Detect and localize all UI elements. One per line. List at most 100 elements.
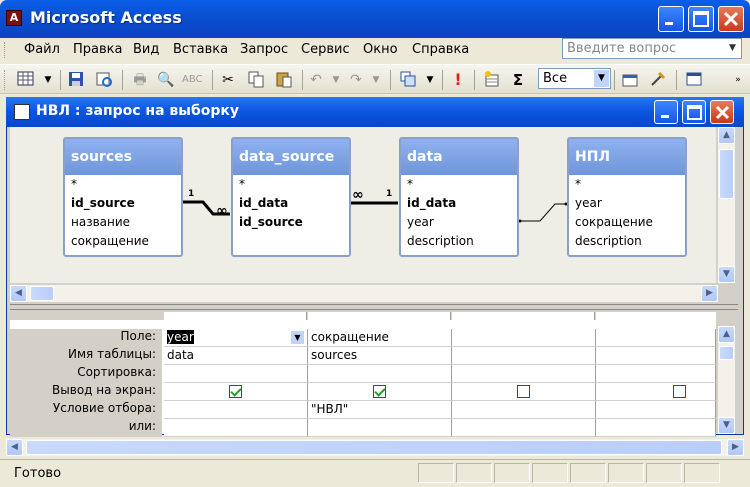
column-selector[interactable] xyxy=(308,312,451,320)
criteria-cell[interactable] xyxy=(452,401,596,419)
field-list-data-source[interactable]: data_source * id_data id_source xyxy=(231,137,351,257)
chevron-down-icon[interactable]: ▼ xyxy=(725,40,740,57)
pane-splitter[interactable] xyxy=(10,304,738,310)
field-item[interactable]: id_data xyxy=(233,194,349,213)
field-item[interactable]: id_source xyxy=(65,194,181,213)
cut-icon[interactable]: ✂ xyxy=(218,70,238,90)
field-item[interactable]: * xyxy=(65,175,181,194)
criteria-cell[interactable] xyxy=(164,401,308,419)
top-values-combo[interactable]: Все ▼ xyxy=(538,68,611,89)
sort-cell[interactable] xyxy=(164,365,308,383)
table-cell[interactable]: data xyxy=(164,347,308,365)
chevron-down-icon[interactable]: ▼ xyxy=(594,70,609,87)
redo-icon[interactable]: ↷ xyxy=(346,70,366,90)
show-cell[interactable] xyxy=(452,383,596,401)
scroll-thumb[interactable] xyxy=(719,346,734,360)
field-item[interactable]: description xyxy=(401,232,517,251)
show-table-icon[interactable] xyxy=(482,70,502,90)
maximize-button[interactable] xyxy=(688,6,714,32)
scroll-thumb[interactable] xyxy=(719,149,734,199)
totals-icon[interactable]: Σ xyxy=(508,70,528,90)
query-close-button[interactable] xyxy=(710,100,734,124)
menu-window[interactable]: Окно xyxy=(363,42,398,57)
or-cell[interactable] xyxy=(452,419,596,437)
field-list-npl[interactable]: НПЛ * year сокращение description xyxy=(567,137,687,257)
field-item[interactable]: description xyxy=(569,232,685,251)
show-cell[interactable] xyxy=(308,383,452,401)
column-selector[interactable] xyxy=(452,312,595,320)
paste-icon[interactable] xyxy=(274,70,294,90)
sort-cell[interactable] xyxy=(596,365,716,383)
field-item[interactable]: сокращение xyxy=(569,213,685,232)
run-icon[interactable]: ! xyxy=(448,70,468,90)
menu-edit[interactable]: Правка xyxy=(73,42,122,57)
menu-help[interactable]: Справка xyxy=(412,42,469,57)
or-cell[interactable] xyxy=(308,419,452,437)
scroll-down-icon[interactable]: ▼ xyxy=(718,417,735,434)
ask-question-box[interactable]: Введите вопрос ▼ xyxy=(562,38,742,59)
or-cell[interactable] xyxy=(164,419,308,437)
show-checkbox[interactable] xyxy=(229,385,242,398)
table-cell[interactable]: sources xyxy=(308,347,452,365)
print-icon-alt[interactable] xyxy=(94,70,114,90)
diagram-vertical-scrollbar[interactable]: ▲ ▼ xyxy=(718,127,735,283)
field-item[interactable]: id_data xyxy=(401,194,517,213)
scroll-right-icon[interactable]: ▶ xyxy=(727,439,744,456)
field-cell[interactable] xyxy=(596,329,716,347)
grid-horizontal-scrollbar[interactable]: ◀ ▶ xyxy=(6,439,744,456)
scroll-up-icon[interactable]: ▲ xyxy=(718,127,735,144)
grid-vertical-scrollbar[interactable]: ▲ ▼ xyxy=(718,326,735,434)
print-preview-icon[interactable]: 🔍 xyxy=(156,70,176,90)
show-cell[interactable] xyxy=(596,383,716,401)
scroll-thumb[interactable] xyxy=(30,286,54,301)
query-type-icon[interactable] xyxy=(398,70,418,90)
scroll-up-icon[interactable]: ▲ xyxy=(718,326,735,343)
field-item[interactable]: название xyxy=(65,213,181,232)
field-item[interactable]: year xyxy=(569,194,685,213)
field-item[interactable]: сокращение xyxy=(65,232,181,251)
minimize-button[interactable] xyxy=(658,6,684,32)
table-name[interactable]: data_source xyxy=(233,139,349,175)
undo-dropdown-icon[interactable]: ▼ xyxy=(326,70,346,90)
scroll-left-icon[interactable]: ◀ xyxy=(6,439,23,456)
field-item[interactable]: * xyxy=(233,175,349,194)
sort-cell[interactable] xyxy=(452,365,596,383)
table-cell[interactable] xyxy=(452,347,596,365)
scroll-right-icon[interactable]: ▶ xyxy=(701,285,718,302)
menu-view[interactable]: Вид xyxy=(133,42,159,57)
copy-icon[interactable] xyxy=(246,70,266,90)
criteria-cell[interactable] xyxy=(596,401,716,419)
show-checkbox[interactable] xyxy=(373,385,386,398)
table-cell[interactable] xyxy=(596,347,716,365)
query-minimize-button[interactable] xyxy=(654,100,678,124)
field-cell[interactable] xyxy=(452,329,596,347)
toolbar-options-icon[interactable]: » xyxy=(728,70,748,90)
close-button[interactable] xyxy=(718,6,744,32)
or-cell[interactable] xyxy=(596,419,716,437)
table-name[interactable]: data xyxy=(401,139,517,175)
print-icon[interactable]: 🖶 xyxy=(130,70,150,90)
column-selector[interactable] xyxy=(596,312,716,320)
table-name[interactable]: НПЛ xyxy=(569,139,685,175)
show-checkbox[interactable] xyxy=(673,385,686,398)
view-dropdown-icon[interactable]: ▼ xyxy=(38,70,58,90)
criteria-cell[interactable]: "НВЛ" xyxy=(308,401,452,419)
menu-query[interactable]: Запрос xyxy=(240,42,288,57)
menu-insert[interactable]: Вставка xyxy=(173,42,228,57)
database-window-icon[interactable] xyxy=(684,70,704,90)
field-item[interactable]: * xyxy=(401,175,517,194)
field-item[interactable]: id_source xyxy=(233,213,349,232)
query-maximize-button[interactable] xyxy=(682,100,706,124)
redo-dropdown-icon[interactable]: ▼ xyxy=(366,70,386,90)
show-cell[interactable] xyxy=(164,383,308,401)
build-icon[interactable] xyxy=(648,70,668,90)
field-item[interactable]: year xyxy=(401,213,517,232)
diagram-horizontal-scrollbar[interactable]: ◀ ▶ xyxy=(10,285,718,302)
scroll-thumb[interactable] xyxy=(26,440,722,455)
field-list-data[interactable]: data * id_data year description xyxy=(399,137,519,257)
field-cell[interactable]: year ▼ xyxy=(164,329,308,347)
scroll-left-icon[interactable]: ◀ xyxy=(10,285,27,302)
chevron-down-icon[interactable]: ▼ xyxy=(290,330,305,345)
sort-cell[interactable] xyxy=(308,365,452,383)
spelling-icon[interactable]: ABC xyxy=(182,70,203,90)
